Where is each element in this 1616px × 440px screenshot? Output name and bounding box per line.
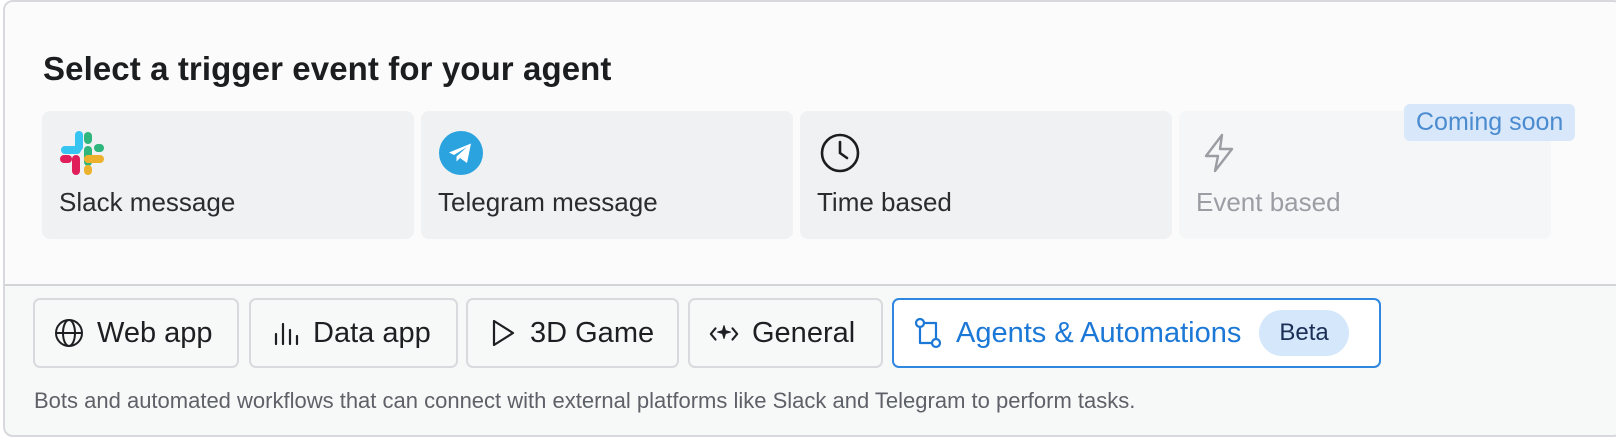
beta-badge: Beta <box>1259 310 1349 356</box>
tab-web-app[interactable]: Web app <box>33 298 239 368</box>
trigger-section: Select a trigger event for your agent Sl… <box>5 2 1616 286</box>
globe-icon <box>53 317 85 349</box>
tab-agents-automations[interactable]: Agents & Automations Beta <box>892 298 1381 368</box>
coming-soon-badge: Coming soon <box>1404 104 1576 141</box>
trigger-option-label: Slack message <box>59 187 236 217</box>
tab-label: General <box>752 316 856 349</box>
slack-icon <box>58 129 106 177</box>
tab-general[interactable]: General <box>688 298 883 368</box>
trigger-option-label: Time based <box>817 187 952 217</box>
workflow-icon <box>912 317 944 349</box>
trigger-option-time[interactable]: Time based <box>800 111 1172 239</box>
tab-label: 3D Game <box>530 316 655 349</box>
trigger-option-slack[interactable]: Slack message <box>42 111 414 239</box>
trigger-option-label: Telegram message <box>438 187 658 217</box>
play-icon <box>486 317 518 349</box>
telegram-icon <box>437 129 485 177</box>
tab-label: Web app <box>97 316 213 349</box>
lightning-icon <box>1195 129 1243 177</box>
tab-label: Data app <box>313 316 431 349</box>
clock-icon <box>816 129 864 177</box>
tab-data-app[interactable]: Data app <box>249 298 458 368</box>
template-description: Bots and automated workflows that can co… <box>34 388 1136 413</box>
bar-chart-icon <box>269 317 301 349</box>
code-sparkle-icon <box>708 317 740 349</box>
section-title: Select a trigger event for your agent <box>43 50 612 87</box>
tab-3d-game[interactable]: 3D Game <box>466 298 679 368</box>
trigger-option-label: Event based <box>1196 187 1341 217</box>
agent-trigger-panel: Select a trigger event for your agent Sl… <box>3 0 1616 437</box>
trigger-option-telegram[interactable]: Telegram message <box>421 111 793 239</box>
tab-label: Agents & Automations <box>956 316 1242 349</box>
